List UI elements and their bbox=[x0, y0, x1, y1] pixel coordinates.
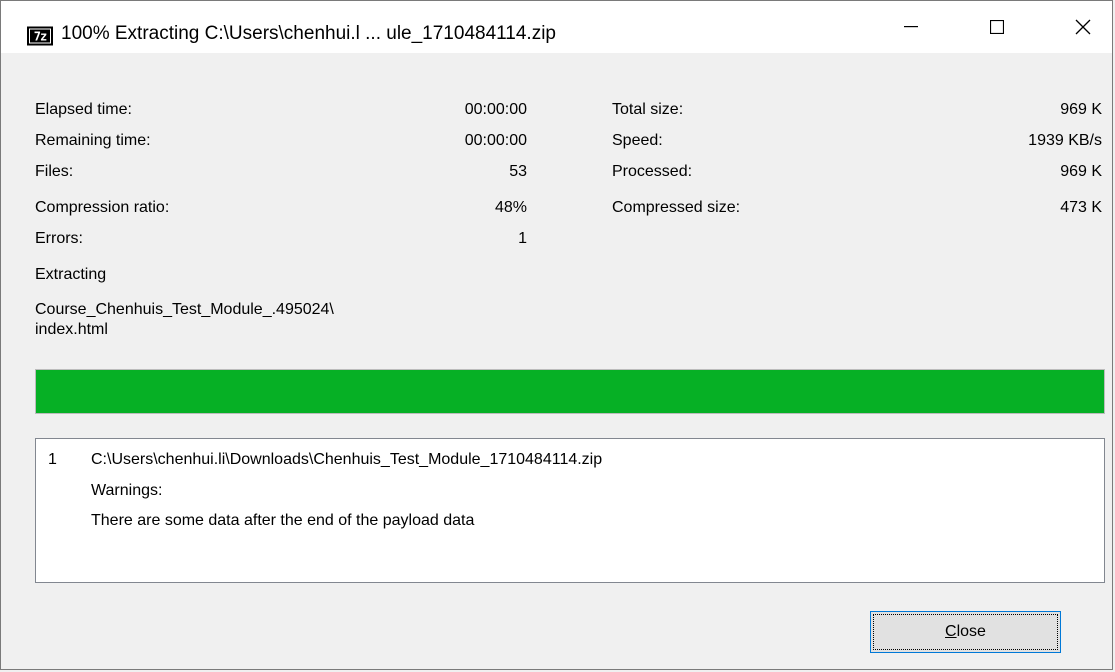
extraction-progress-window: 7z 100% Extracting C:\Users\chenhui.l ..… bbox=[0, 0, 1113, 670]
window-close-button[interactable] bbox=[1053, 1, 1113, 53]
progress-bar-fill bbox=[36, 370, 1104, 413]
compression-ratio-label: Compression ratio: bbox=[35, 199, 170, 216]
close-icon bbox=[1075, 19, 1091, 35]
minimize-icon bbox=[904, 26, 918, 28]
current-file-path-line1: Course_Chenhuis_Test_Module_.495024\ bbox=[35, 301, 334, 318]
total-size-value: 969 K bbox=[1060, 101, 1102, 118]
extracting-label: Extracting bbox=[35, 266, 107, 283]
elapsed-time-label: Elapsed time: bbox=[35, 101, 132, 118]
errors-label: Errors: bbox=[35, 230, 83, 247]
speed-label: Speed: bbox=[612, 132, 663, 149]
current-file-path-line2: index.html bbox=[35, 321, 108, 338]
compressed-size-value: 473 K bbox=[1060, 199, 1102, 216]
processed-label: Processed: bbox=[612, 163, 693, 180]
current-file-path: Course_Chenhuis_Test_Module_.495024\ ind… bbox=[35, 300, 455, 340]
7zip-app-icon: 7z bbox=[27, 26, 53, 46]
maximize-button[interactable] bbox=[967, 1, 1027, 53]
progress-bar bbox=[35, 369, 1105, 414]
window-title: 100% Extracting C:\Users\chenhui.l ... u… bbox=[61, 23, 557, 44]
elapsed-time-value: 00:00:00 bbox=[464, 101, 527, 118]
speed-value: 1939 KB/s bbox=[1028, 132, 1102, 149]
maximize-icon bbox=[990, 20, 1004, 34]
files-label: Files: bbox=[35, 163, 74, 180]
processed-value: 969 K bbox=[1060, 163, 1102, 180]
dialog-content: Elapsed time: 00:00:00 Remaining time: 0… bbox=[1, 53, 1112, 669]
errors-value: 1 bbox=[518, 230, 527, 247]
remaining-time-value: 00:00:00 bbox=[464, 132, 527, 149]
focus-rectangle bbox=[873, 614, 1058, 650]
total-size-label: Total size: bbox=[612, 101, 684, 118]
log-warnings-heading: Warnings: bbox=[91, 482, 163, 499]
log-warning-message: There are some data after the end of the… bbox=[91, 512, 475, 529]
log-archive-path: C:\Users\chenhui.li\Downloads\Chenhuis_T… bbox=[91, 451, 603, 468]
compression-ratio-value: 48% bbox=[494, 199, 527, 216]
messages-log[interactable]: 1 C:\Users\chenhui.li\Downloads\Chenhuis… bbox=[35, 438, 1105, 583]
close-button[interactable]: Close bbox=[870, 611, 1061, 653]
log-item-number: 1 bbox=[48, 451, 57, 468]
minimize-button[interactable] bbox=[881, 1, 941, 53]
compressed-size-label: Compressed size: bbox=[612, 199, 741, 216]
files-value: 53 bbox=[509, 163, 527, 180]
title-bar[interactable]: 7z 100% Extracting C:\Users\chenhui.l ..… bbox=[1, 1, 1112, 53]
remaining-time-label: Remaining time: bbox=[35, 132, 151, 149]
